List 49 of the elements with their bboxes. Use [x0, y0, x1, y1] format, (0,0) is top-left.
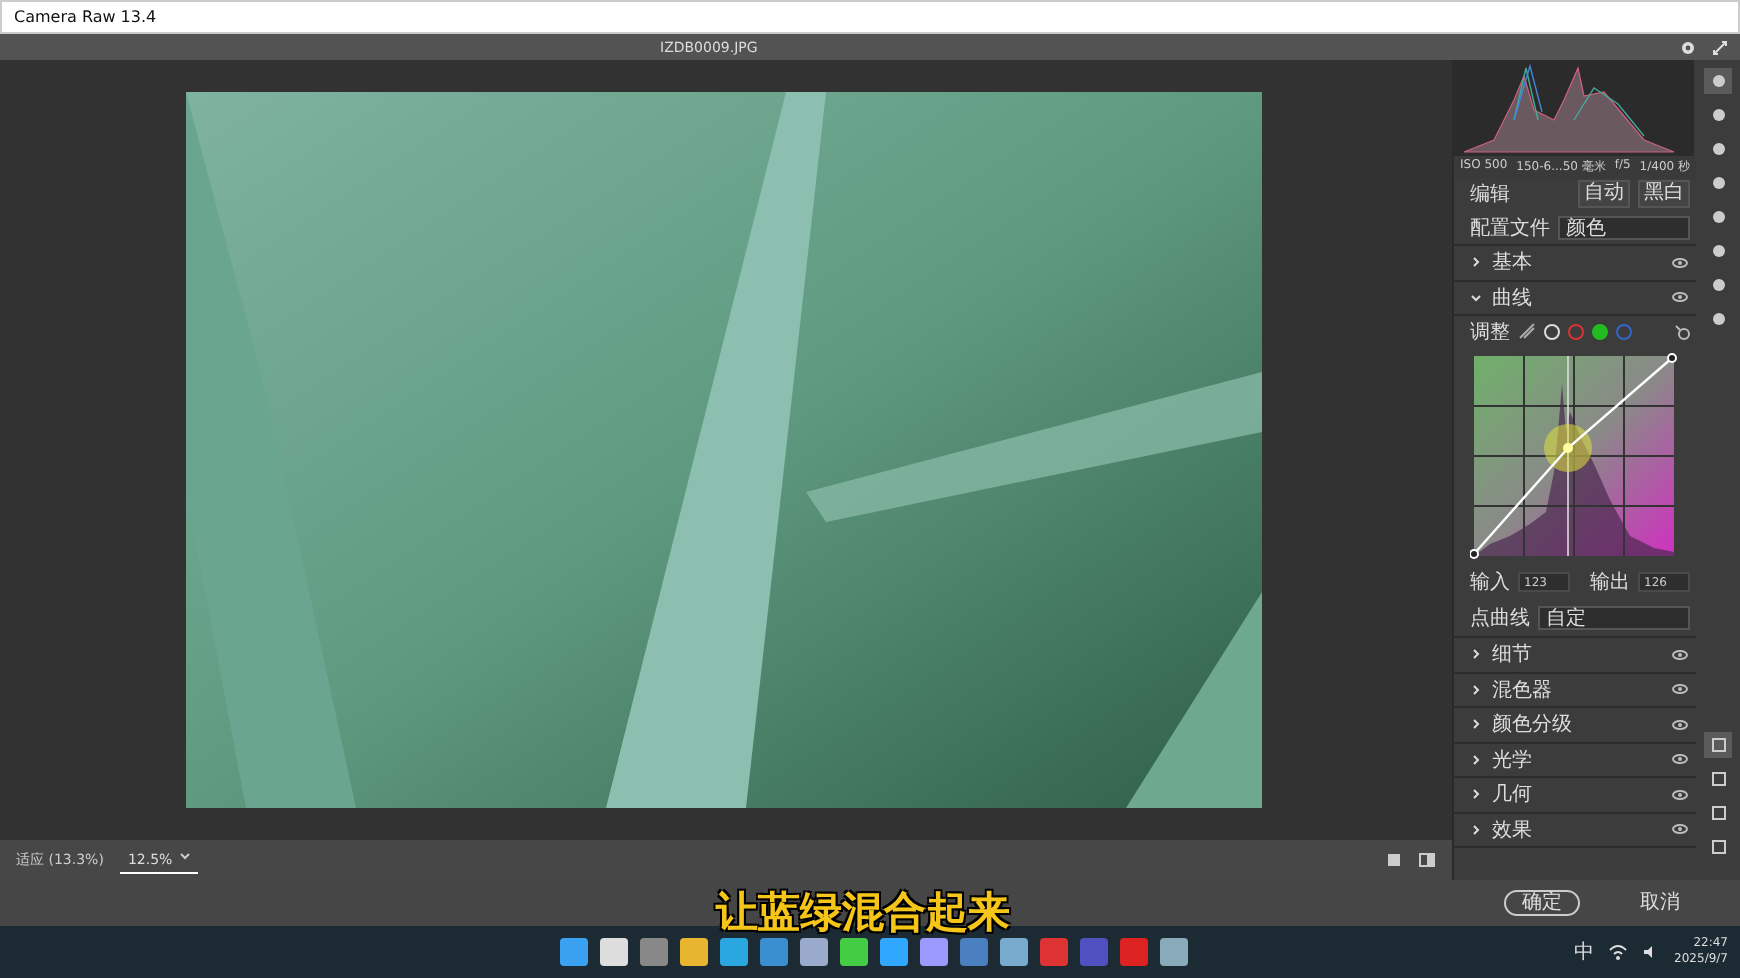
- panel-section-header[interactable]: 细节: [1454, 638, 1696, 673]
- tone-curve-chart[interactable]: [1470, 352, 1678, 560]
- fullscreen-icon[interactable]: [1712, 39, 1728, 55]
- profile-label: 配置文件: [1470, 215, 1550, 241]
- input-method-indicator[interactable]: 中: [1574, 938, 1595, 966]
- eye-icon[interactable]: [1672, 292, 1688, 303]
- chevron-icon: [1470, 753, 1482, 766]
- compare-view-icon[interactable]: [1418, 852, 1436, 868]
- eye-icon[interactable]: [1672, 824, 1688, 835]
- chevron-icon: [1470, 648, 1482, 661]
- eye-icon[interactable]: [1672, 649, 1688, 660]
- dialog-button[interactable]: 确定: [1504, 890, 1580, 916]
- point-curve-dropdown[interactable]: 自定: [1538, 605, 1690, 629]
- target-adjust-icon[interactable]: [1674, 323, 1690, 339]
- dialog-button[interactable]: 取消: [1624, 890, 1696, 916]
- panel-section-header[interactable]: 基本: [1454, 246, 1696, 281]
- caret-icon: [180, 851, 191, 859]
- eye-icon[interactable]: [1672, 754, 1688, 765]
- chevron-icon: [1470, 823, 1482, 836]
- eye-icon[interactable]: [1672, 719, 1688, 730]
- panel-section-header[interactable]: 光学: [1454, 743, 1696, 778]
- wifi-icon[interactable]: [1608, 944, 1629, 960]
- settings-icon[interactable]: [1680, 39, 1696, 55]
- single-view-icon[interactable]: [1386, 852, 1402, 868]
- parametric-curve-icon[interactable]: [1518, 322, 1536, 340]
- video-subtitle: 让蓝绿混合起来: [716, 886, 1010, 940]
- point-curve-label: 点曲线: [1470, 605, 1530, 631]
- chevron-icon: [1470, 683, 1482, 696]
- window-title: Camera Raw 13.4: [14, 8, 157, 26]
- chevron-icon: [1470, 788, 1482, 801]
- edit-button[interactable]: 黑白: [1638, 180, 1690, 208]
- panel-section-header[interactable]: 几何: [1454, 778, 1696, 813]
- panel-section-header[interactable]: 混色器: [1454, 673, 1696, 708]
- channel-button[interactable]: [1592, 323, 1608, 339]
- profile-dropdown[interactable]: 颜色: [1558, 215, 1690, 239]
- eye-icon[interactable]: [1672, 684, 1688, 695]
- output-label: 输出: [1590, 569, 1630, 596]
- edit-title: 编辑: [1470, 181, 1510, 208]
- chevron-icon: [1470, 291, 1482, 304]
- chevron-icon: [1470, 718, 1482, 731]
- eye-icon[interactable]: [1672, 789, 1688, 800]
- panel-section-header[interactable]: 颜色分级: [1454, 708, 1696, 743]
- input-label: 输入: [1470, 569, 1510, 596]
- eye-icon[interactable]: [1672, 257, 1688, 268]
- adjust-label: 调整: [1470, 319, 1510, 345]
- chevron-icon: [1470, 256, 1482, 269]
- edit-button[interactable]: 自动: [1578, 180, 1630, 208]
- panel-section-header[interactable]: 曲线: [1454, 281, 1696, 316]
- panel-section-header[interactable]: 效果: [1454, 813, 1696, 848]
